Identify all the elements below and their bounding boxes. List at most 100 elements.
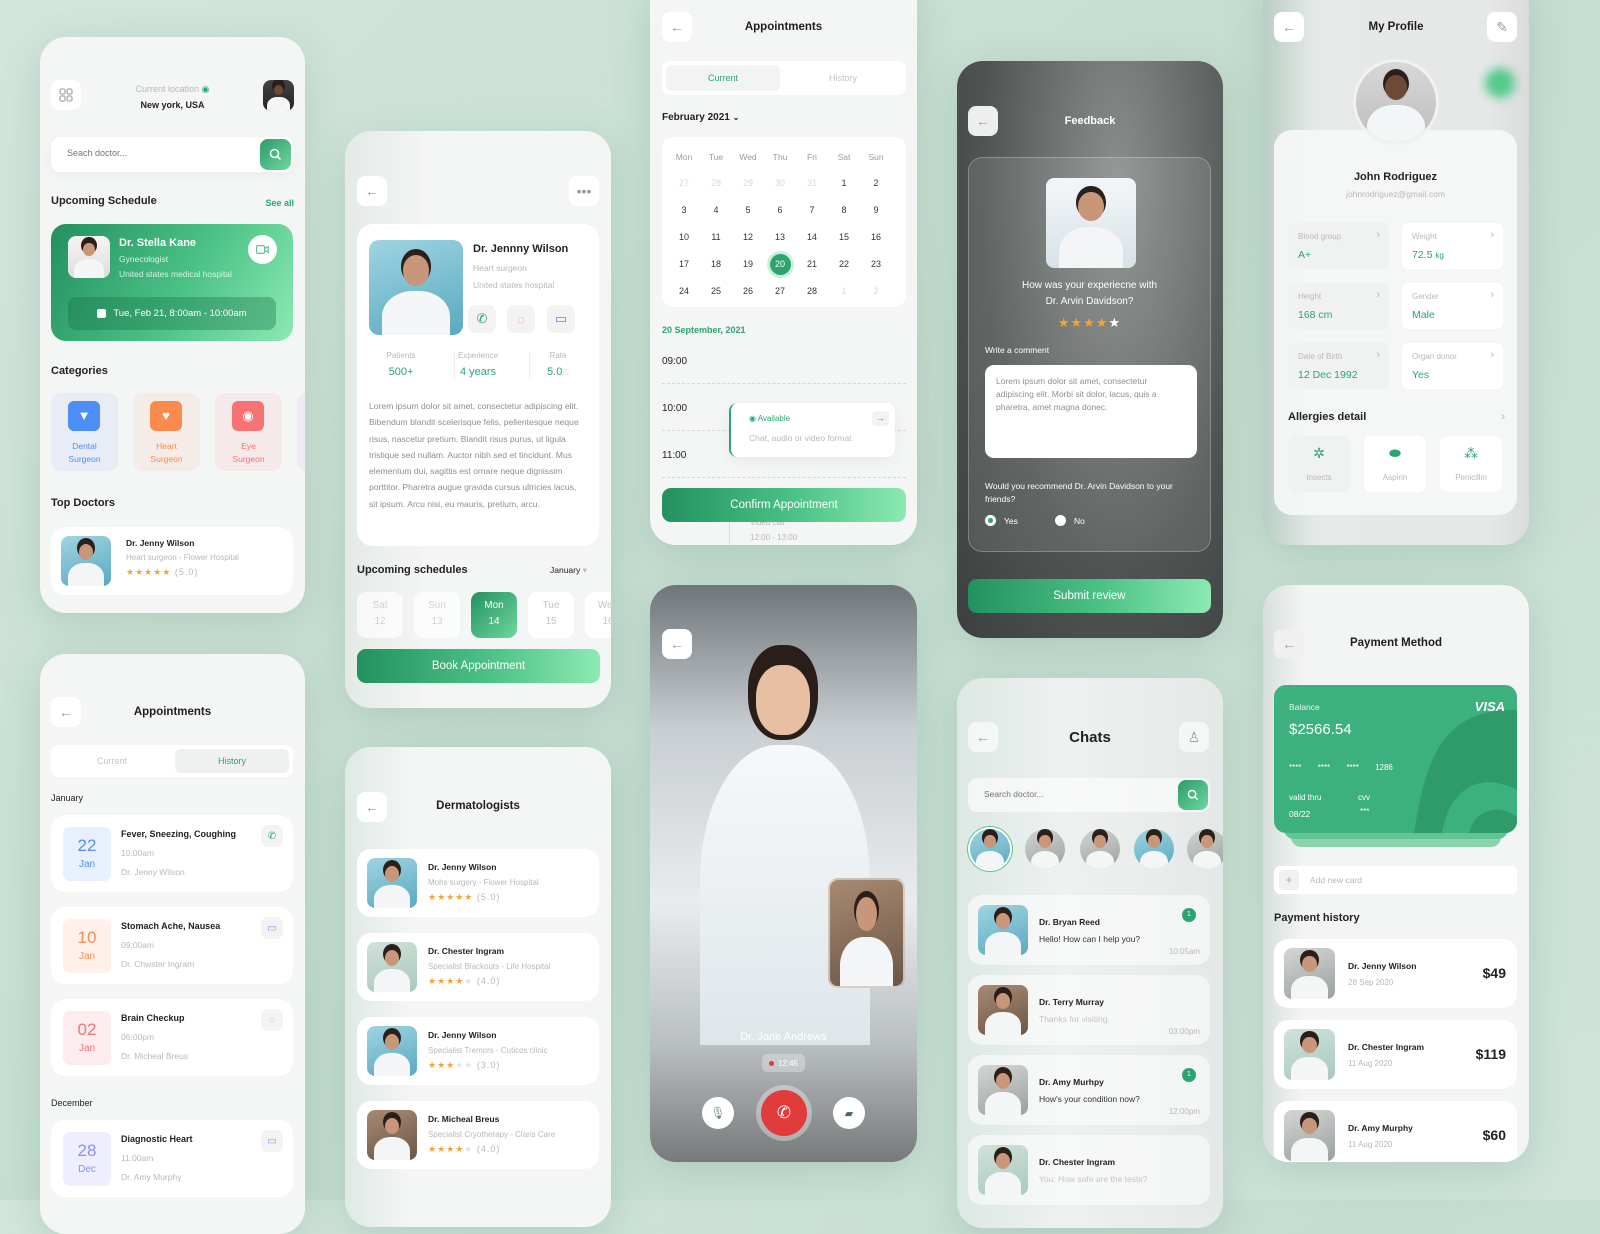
appointment-card[interactable]: 10 Jan Stomach Ache, Nausea 09:00am Dr. Chws…	[51, 907, 293, 984]
calendar-day[interactable]: 11	[700, 224, 732, 251]
calendar-day[interactable]: 16	[860, 224, 892, 251]
call-button[interactable]: ✆	[468, 305, 496, 333]
calendar-day[interactable]: 8	[828, 197, 860, 224]
calendar-day[interactable]: 27	[764, 278, 796, 305]
day-sat[interactable]: Sat 12	[357, 592, 403, 638]
book-appointment-button[interactable]: Book Appointment	[357, 649, 600, 683]
calendar-day[interactable]: 4	[700, 197, 732, 224]
allergy-aspirin[interactable]: ⬬ Aspirin	[1364, 436, 1426, 492]
day-mon[interactable]: Mon 14	[471, 592, 517, 638]
payment-card[interactable]: Balance $2566.54 VISA **** **** **** 128…	[1274, 685, 1517, 833]
tab-current[interactable]: Current	[666, 65, 780, 91]
search-input[interactable]	[67, 148, 247, 158]
profile-field-date-of-birth[interactable]: Date of Birth › 12 Dec 1992	[1288, 343, 1389, 389]
profile-field-gender[interactable]: Gender › Male	[1402, 283, 1503, 329]
calendar-day[interactable]: 19	[732, 251, 764, 278]
online-doctor-avatar[interactable]	[1025, 829, 1065, 869]
month-selector[interactable]: February 2021 ⌄	[662, 112, 739, 123]
add-card-button[interactable]: + Add new card	[1274, 866, 1517, 894]
allergy-penicillin[interactable]: ⁂ Penicillin	[1440, 436, 1502, 492]
appointment-card[interactable]: 22 Jan Fever, Sneezing, Coughing 10:00am Dr.…	[51, 815, 293, 892]
calendar-day[interactable]: 20	[764, 251, 796, 278]
slot-arrow-button[interactable]: →	[872, 411, 889, 426]
calendar-day[interactable]: 17	[668, 251, 700, 278]
tab-history[interactable]: History	[175, 749, 289, 773]
calendar-day[interactable]: 28	[796, 278, 828, 305]
calendar-day[interactable]: 14	[796, 224, 828, 251]
radio-yes[interactable]: Yes	[985, 515, 1018, 526]
doctor-card[interactable]: Dr. Micheal Breus Specialist Cryotherapy …	[357, 1101, 599, 1169]
chevron-right-icon[interactable]: ›	[1501, 409, 1505, 423]
appointment-type-button[interactable]: ◌	[261, 1009, 283, 1031]
search-bar[interactable]	[51, 137, 293, 172]
video-call-button[interactable]	[248, 235, 277, 264]
chat-item[interactable]: Dr. Amy Murhpy How's your condition now? 1…	[968, 1055, 1210, 1125]
calendar-day[interactable]: 22	[828, 251, 860, 278]
calendar-day[interactable]: 12	[732, 224, 764, 251]
available-slot[interactable]: ◉ Available Chat, audio or video format …	[729, 403, 895, 457]
category-tile-partial[interactable]	[297, 393, 305, 471]
appointment-card[interactable]: 02 Jan Brain Checkup 06:00pm Dr. Micheal Bre…	[51, 999, 293, 1076]
user-avatar[interactable]	[263, 80, 294, 111]
search-button[interactable]	[1178, 780, 1208, 810]
profile-field-organ-donor[interactable]: Organ donor › Yes	[1402, 343, 1503, 389]
appointment-type-button[interactable]: ✆	[261, 825, 283, 847]
radio-no[interactable]: No	[1055, 515, 1085, 526]
chat-item[interactable]: Dr. Bryan Reed Hello! How can I help you?…	[968, 895, 1210, 965]
category-eye[interactable]: ◉ Eye Surgeon	[215, 393, 282, 471]
see-all-link[interactable]: See all	[265, 198, 294, 208]
online-doctor-avatar[interactable]	[1080, 829, 1120, 869]
video-button[interactable]: ▭	[547, 305, 575, 333]
chat-item[interactable]: Dr. Terry Murray Thanks for visiting. 03:0…	[968, 975, 1210, 1045]
calendar-day[interactable]: 2	[860, 170, 892, 197]
tab-history[interactable]: History	[786, 65, 900, 91]
comment-textarea[interactable]: Lorem ipsum dolor sit amet, consectetur …	[985, 365, 1197, 458]
calendar-day[interactable]: 24	[668, 278, 700, 305]
chat-button[interactable]: ◌	[507, 305, 535, 333]
calendar-day[interactable]: 15	[828, 224, 860, 251]
online-doctor-avatar[interactable]	[1134, 829, 1174, 869]
doctor-card[interactable]: Dr. Jenny Wilson Mohs surgery - Flower Ho…	[357, 849, 599, 917]
calendar-day[interactable]: 26	[732, 278, 764, 305]
end-call-button[interactable]: ✆	[761, 1090, 807, 1136]
upcoming-schedule-card[interactable]: Dr. Stella Kane Gynecologist United stat…	[51, 224, 293, 341]
day-tue[interactable]: Tue 15	[528, 592, 574, 638]
more-button[interactable]: •••	[569, 176, 599, 206]
day-wed[interactable]: Wed 16	[585, 592, 611, 638]
calendar-day[interactable]: 3	[668, 197, 700, 224]
doctor-card[interactable]: Dr. Chester Ingram Specialist Blackouts -…	[357, 933, 599, 1001]
search-input[interactable]	[984, 789, 1164, 799]
add-contact-button[interactable]: ♙	[1179, 722, 1209, 752]
calendar-day[interactable]: 21	[796, 251, 828, 278]
calendar-day[interactable]: 13	[764, 224, 796, 251]
profile-field-blood-group[interactable]: Blood group › A+	[1288, 223, 1389, 269]
search-button[interactable]	[260, 139, 291, 170]
video-toggle-button[interactable]: ▰	[833, 1097, 865, 1129]
back-button[interactable]: ←	[357, 176, 387, 206]
category-heart[interactable]: ♥ Heart Surgeon	[133, 393, 200, 471]
confirm-appointment-button[interactable]: Confirm Appointment	[662, 488, 906, 522]
profile-field-weight[interactable]: Weight › 72.5 kg	[1402, 223, 1503, 269]
back-button[interactable]: ←	[662, 629, 692, 659]
user-avatar[interactable]	[1353, 59, 1439, 145]
calendar-day[interactable]: 10	[668, 224, 700, 251]
doctor-card[interactable]: Dr. Jenny Wilson Specialist Tremors - Cut…	[357, 1017, 599, 1085]
profile-field-height[interactable]: Height › 168 cm	[1288, 283, 1389, 329]
payment-item[interactable]: Dr. Jenny Wilson 28 Sep 2020 $49	[1274, 939, 1517, 1008]
rating-input[interactable]: ★★★★★	[969, 315, 1210, 331]
payment-item[interactable]: Dr. Chester Ingram 11 Aug 2020 $119	[1274, 1020, 1517, 1089]
calendar-day[interactable]: 1	[828, 170, 860, 197]
mute-button[interactable]: 🎙︎	[702, 1097, 734, 1129]
appointment-type-button[interactable]: ▭	[261, 1130, 283, 1152]
calendar-day[interactable]: 23	[860, 251, 892, 278]
calendar-day[interactable]: 25	[700, 278, 732, 305]
online-doctor-avatar[interactable]	[1187, 829, 1223, 869]
appointment-type-button[interactable]: ▭	[261, 917, 283, 939]
calendar-day[interactable]: 18	[700, 251, 732, 278]
chat-item[interactable]: Dr. Chester Ingram You: How safe are the …	[968, 1135, 1210, 1205]
top-doctor-card[interactable]: Dr. Jenny Wilson Heart surgeon - Flower …	[51, 527, 293, 595]
calendar-day[interactable]: 6	[764, 197, 796, 224]
submit-review-button[interactable]: Submit review	[968, 579, 1211, 613]
appointment-card[interactable]: 28 Dec Diagnostic Heart 11:00am Dr. Amy Murp…	[51, 1120, 293, 1197]
calendar-day[interactable]: 9	[860, 197, 892, 224]
